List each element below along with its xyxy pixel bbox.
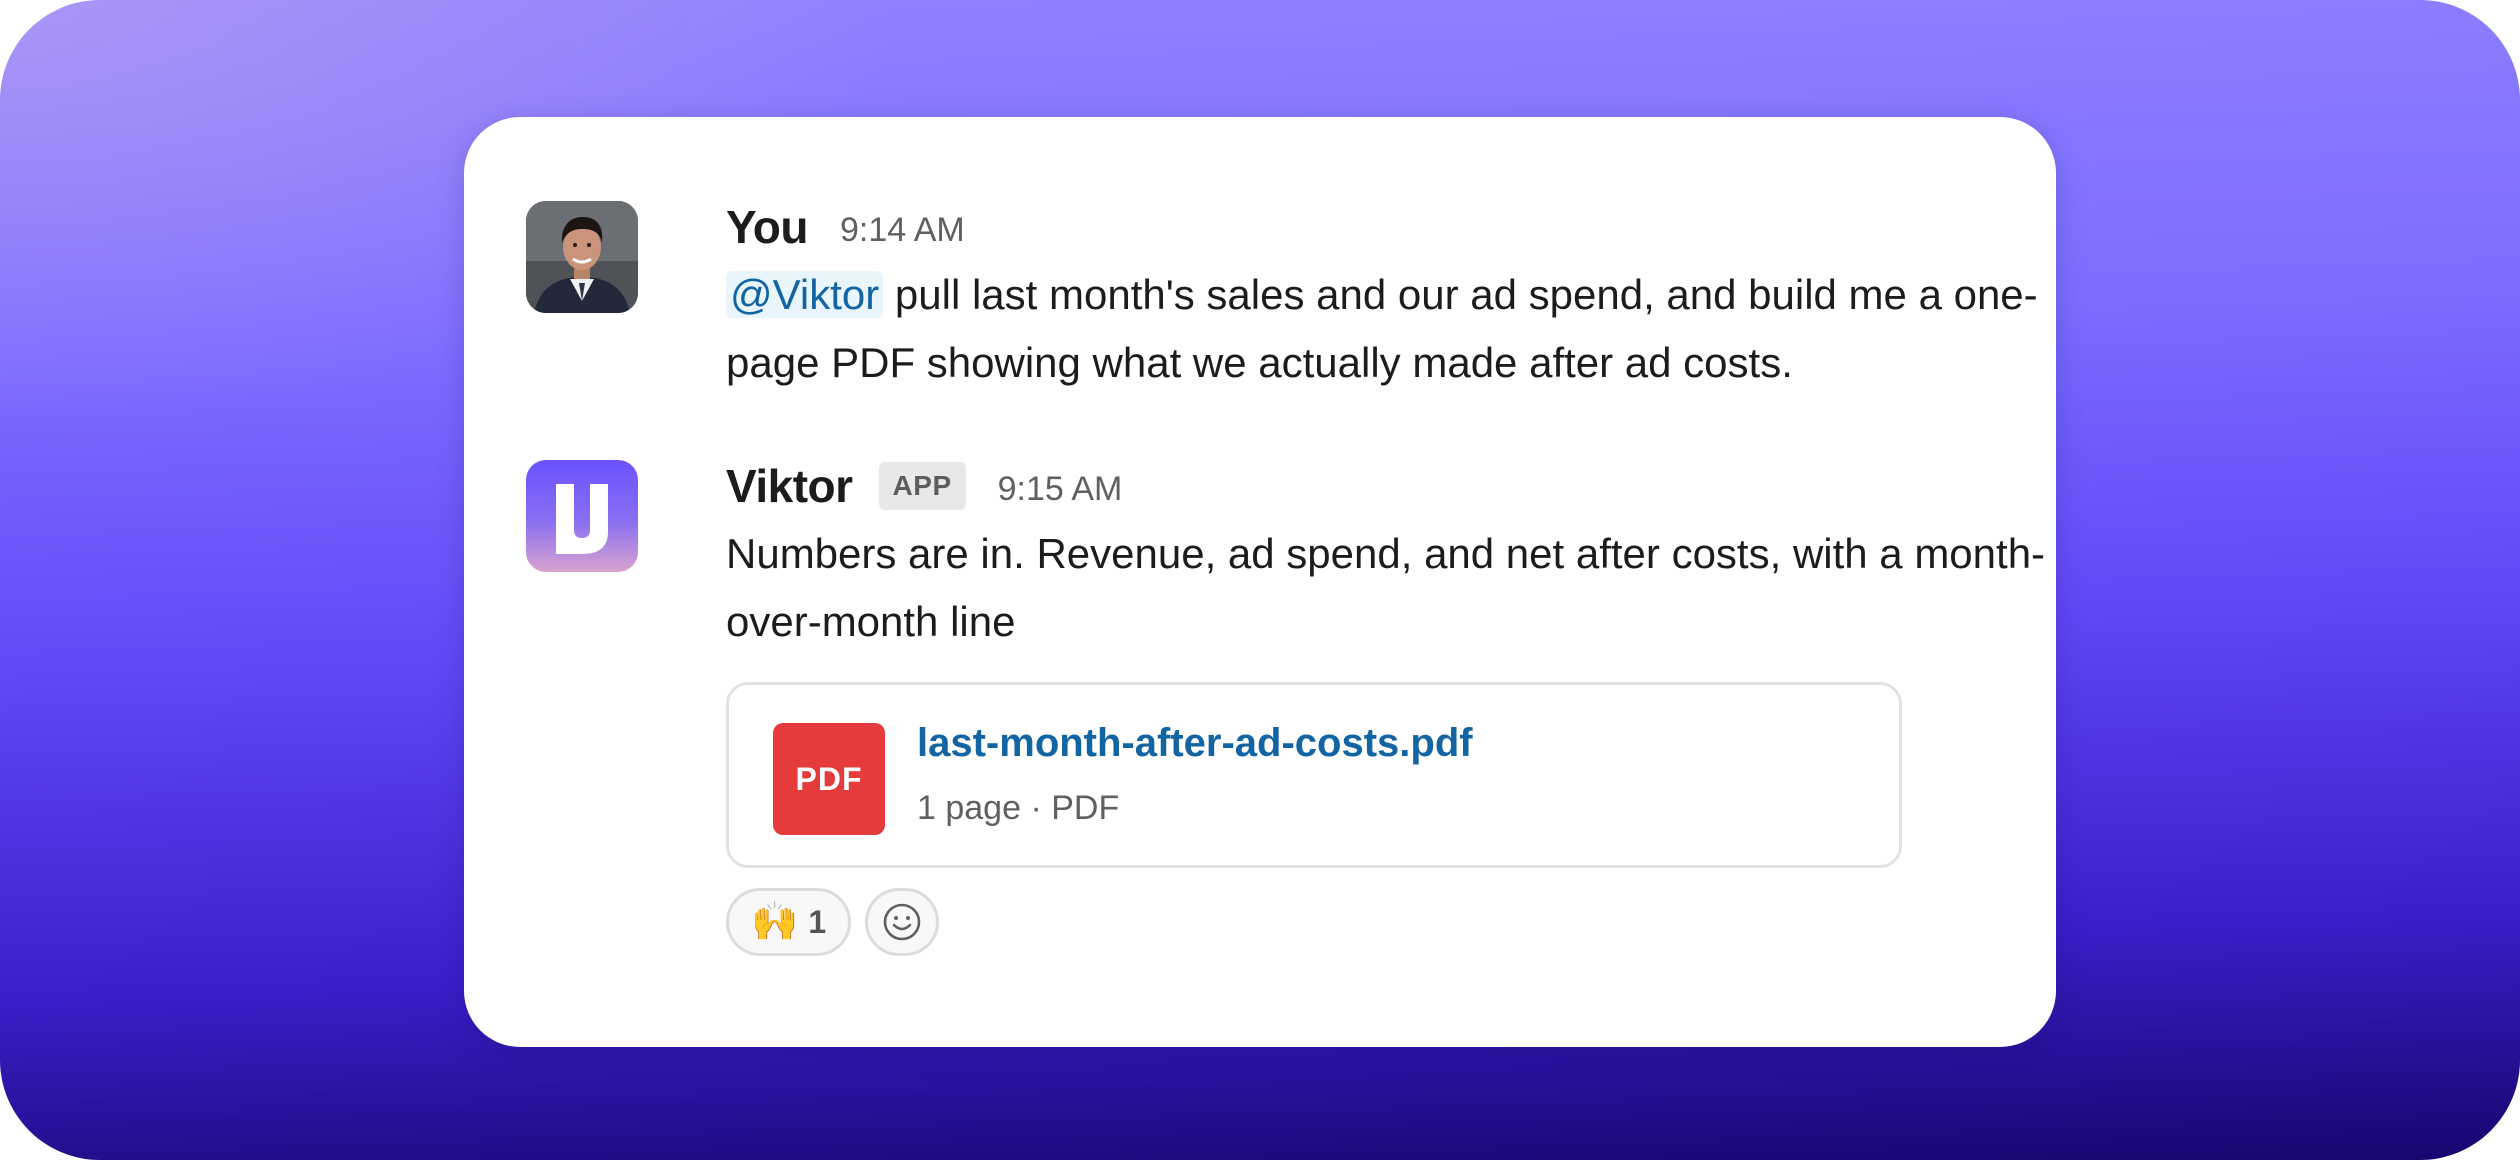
app-badge: APP bbox=[878, 462, 966, 510]
message-header: You 9:14 AM bbox=[726, 195, 1994, 259]
reaction-pill[interactable]: 🙌 1 bbox=[726, 888, 852, 956]
file-attachment[interactable]: PDF last-month-after-ad-costs.pdf 1 page… bbox=[726, 682, 1902, 868]
file-meta: 1 page · PDF bbox=[917, 789, 1120, 827]
message-header: Viktor APP 9:15 AM bbox=[726, 454, 1994, 518]
reactions-bar: 🙌 1 bbox=[726, 888, 1994, 956]
message-timestamp[interactable]: 9:15 AM bbox=[998, 470, 1123, 509]
pdf-file-icon: PDF bbox=[773, 723, 885, 835]
raised-hands-emoji-icon: 🙌 bbox=[751, 901, 799, 943]
add-reaction-button[interactable] bbox=[865, 888, 940, 956]
reaction-count: 1 bbox=[808, 903, 827, 940]
message-timestamp[interactable]: 9:14 AM bbox=[840, 211, 965, 250]
sender-name[interactable]: You bbox=[726, 200, 808, 254]
background-frame: You 9:14 AM @Viktor pull last month's sa… bbox=[0, 0, 2520, 1160]
avatar-you[interactable] bbox=[526, 201, 638, 313]
message-content: You 9:14 AM @Viktor pull last month's sa… bbox=[726, 201, 2038, 397]
message-text: @Viktor pull last month's sales and our … bbox=[726, 261, 2056, 397]
message-text: Numbers are in. Revenue, ad spend, and n… bbox=[726, 530, 2046, 645]
mention-link[interactable]: @Viktor bbox=[726, 271, 884, 318]
viktor-logo-icon bbox=[556, 484, 608, 554]
message-content: Viktor APP 9:15 AM Numbers are in. Reven… bbox=[726, 460, 2045, 956]
sender-name[interactable]: Viktor bbox=[726, 459, 853, 513]
file-name-link[interactable]: last-month-after-ad-costs.pdf bbox=[917, 721, 1473, 766]
message-card: You 9:14 AM @Viktor pull last month's sa… bbox=[464, 117, 2056, 1047]
avatar-viktor[interactable] bbox=[526, 460, 638, 572]
message-body: pull last month's sales and our ad spend… bbox=[726, 271, 2038, 386]
user-photo-icon bbox=[526, 201, 638, 313]
smiley-face-icon bbox=[883, 903, 921, 941]
